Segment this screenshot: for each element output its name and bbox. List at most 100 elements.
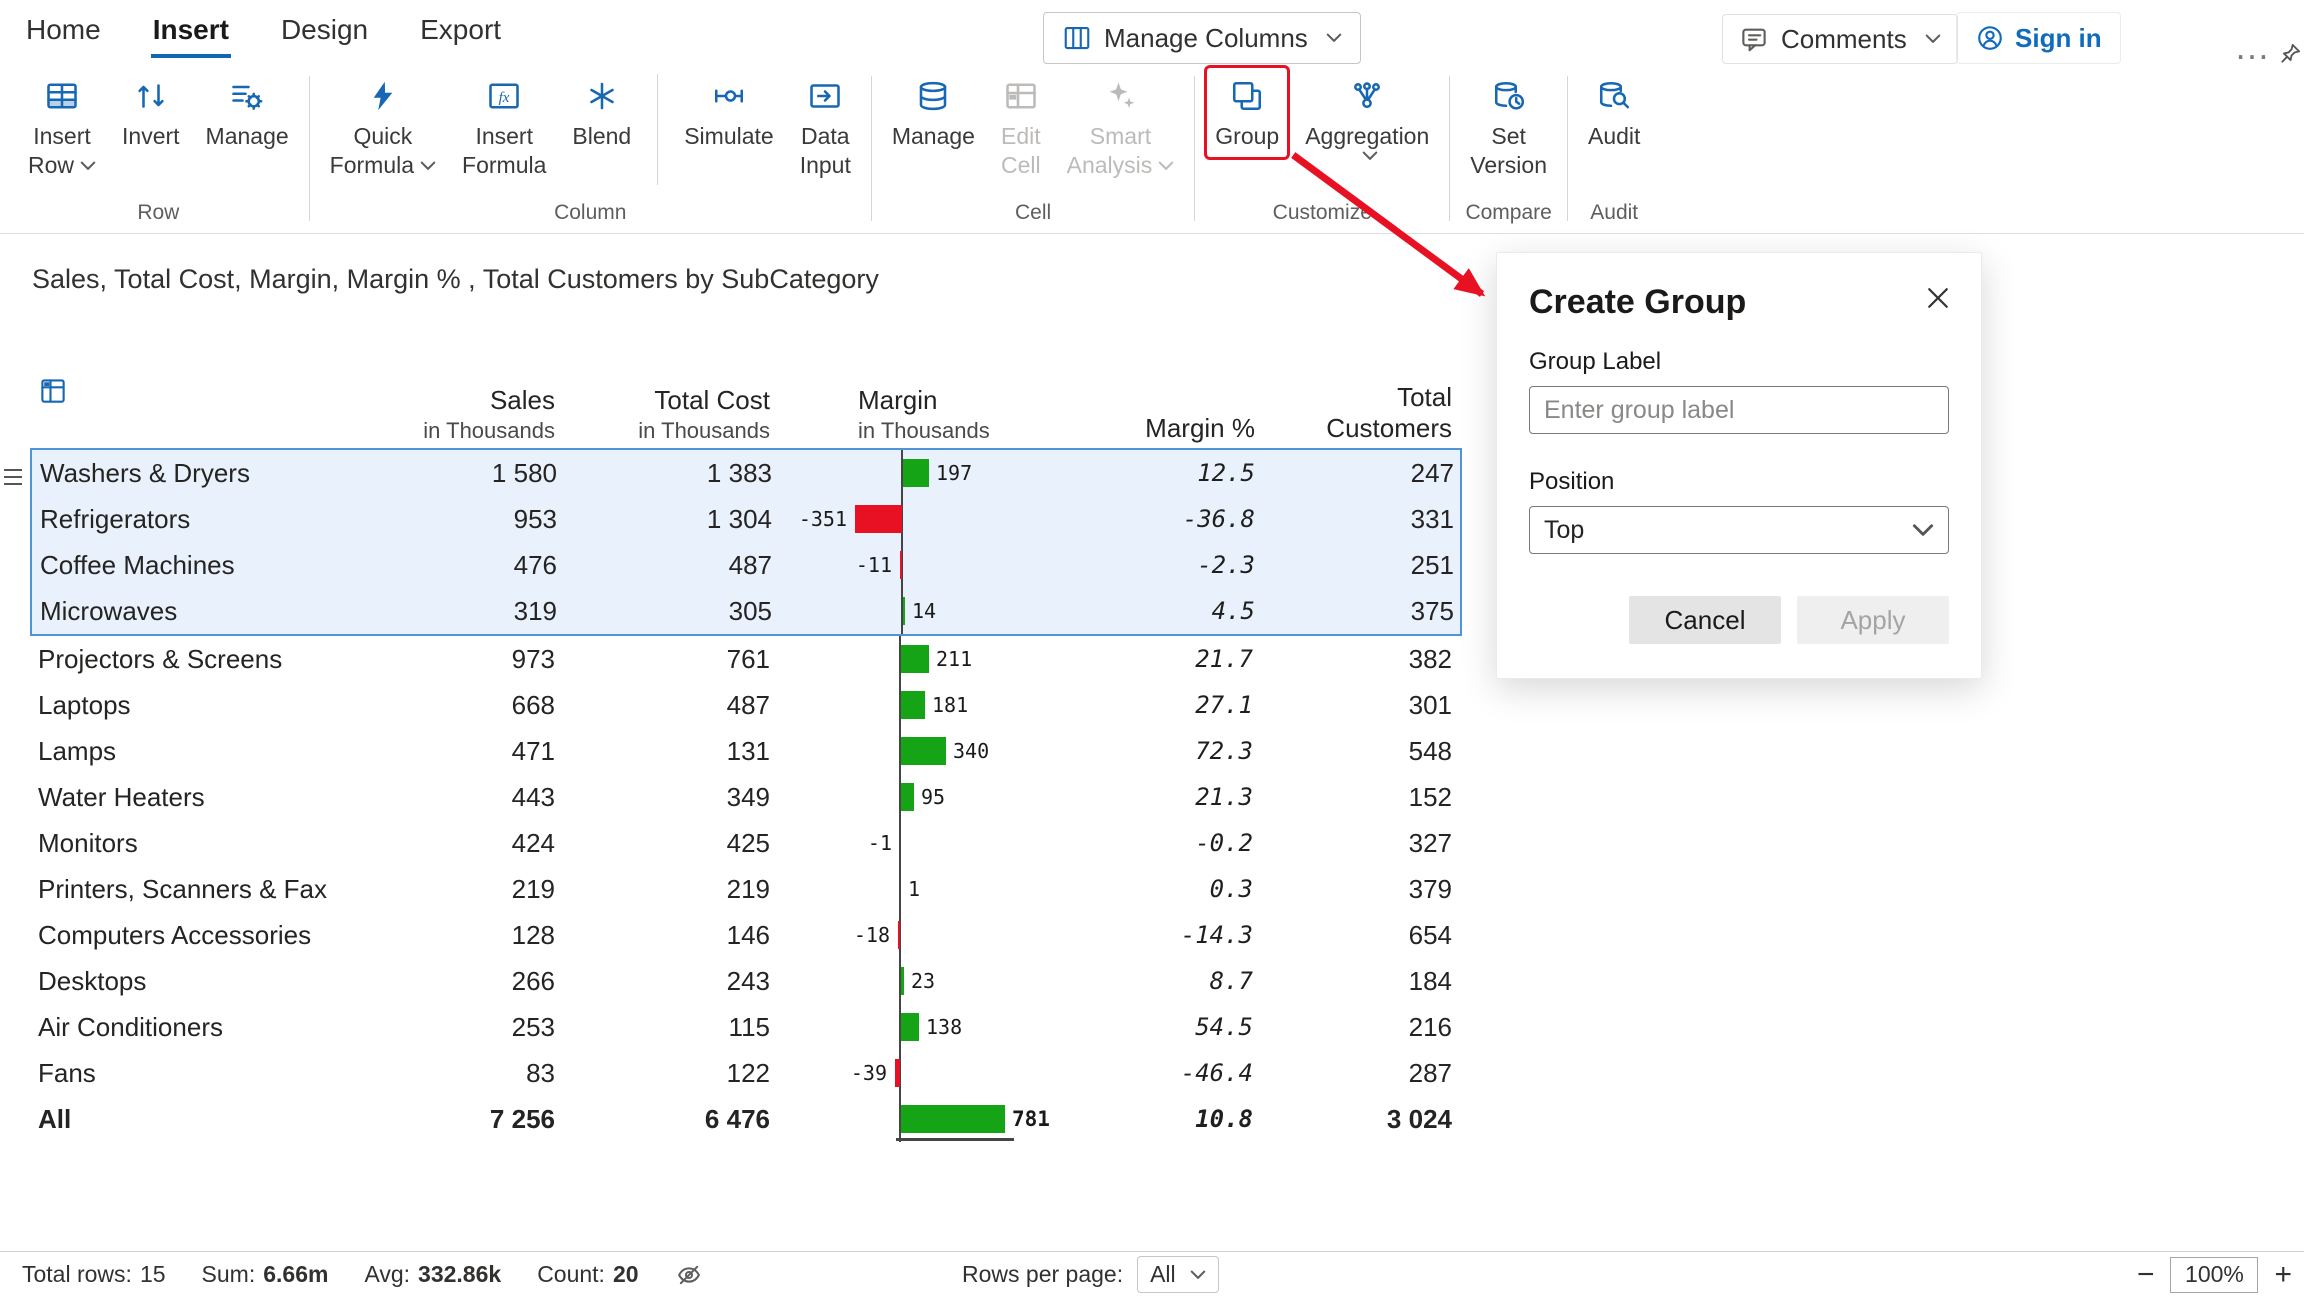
ribbon-button-insert-formula[interactable]: fxInsertFormula [454,68,554,186]
ribbon-button-label: Formula [462,151,546,180]
customers-value: 379 [1265,874,1462,905]
margin-pct-value: -0.2 [1090,829,1265,857]
ribbon-group-divider [1567,76,1568,221]
tab-design[interactable]: Design [279,12,370,58]
status-item: Sum:6.66m [202,1261,329,1288]
ribbon-button-insert-row[interactable]: InsertRow [20,68,104,186]
ribbon-button-label: Group [1215,122,1279,151]
zoom-out-button[interactable]: − [2137,1260,2155,1290]
table-row[interactable]: Washers & Dryers1 5801 38319712.5247 [32,450,1460,496]
table-row[interactable]: Computers Accessories128146-18-14.3654 [30,912,1462,958]
column-header-total-customers[interactable]: Total Customers [1265,382,1462,444]
cancel-button[interactable]: Cancel [1629,596,1781,644]
ribbon-button-invert[interactable]: Invert [114,68,188,157]
manage-columns-button[interactable]: Manage Columns [1043,12,1361,64]
invert-arrows-icon [133,78,169,114]
eye-off-icon[interactable] [675,1261,703,1289]
comments-button[interactable]: Comments [1722,14,1958,64]
row-label: Computers Accessories [30,920,345,951]
ribbon-button-smart-analysis: SmartAnalysis [1059,68,1183,186]
margin-chart-cell: 211 [780,636,1090,682]
chevron-down-icon [1925,34,1941,44]
customers-value: 247 [1267,458,1464,489]
margin-pct-value: 8.7 [1090,967,1265,995]
customers-value: 327 [1265,828,1462,859]
status-summary: Total rows:15Sum:6.66mAvg:332.86kCount:2… [22,1252,703,1297]
aggregation-icon [1349,78,1385,114]
ribbon-button-data-input[interactable]: DataInput [792,68,859,186]
position-select[interactable]: Top [1529,506,1949,554]
margin-chart-cell: 340 [780,728,1090,774]
column-header-label: Sales [345,385,555,416]
status-item-label: Sum: [202,1261,256,1287]
tab-export[interactable]: Export [418,12,503,58]
tab-home[interactable]: Home [24,12,103,58]
ribbon-toolbar: InsertRowInvertManageRowQuickFormulafxIn… [0,64,2304,234]
column-header-label: Margin % [1090,413,1255,444]
column-header-total-cost[interactable]: Total Cost in Thousands [565,385,780,444]
status-item-value: 332.86k [418,1261,501,1287]
cost-value: 761 [565,644,780,675]
sparkle-icon [1102,78,1138,114]
table-row[interactable]: Monitors424425-1-0.2327 [30,820,1462,866]
ribbon-button-blend[interactable]: Blend [564,68,639,157]
sheet-title: Sales, Total Cost, Margin, Margin % , To… [32,264,879,295]
table-row[interactable]: Fans83122-39-46.4287 [30,1050,1462,1096]
column-header-margin-pct[interactable]: Margin % [1090,413,1265,444]
table-row[interactable]: Projectors & Screens97376121121.7382 [30,636,1462,682]
row-label: Refrigerators [32,504,347,535]
tab-insert[interactable]: Insert [151,12,231,58]
drag-handle-icon[interactable] [4,464,22,490]
ribbon-button-simulate[interactable]: Simulate [676,68,781,157]
group-label-input[interactable] [1529,386,1949,434]
ribbon-button-aggregation[interactable]: Aggregation [1297,68,1437,167]
zoom-in-button[interactable]: + [2274,1260,2292,1290]
ribbon-button-group[interactable]: Group [1207,68,1287,157]
margin-bar-label: 781 [1012,1107,1050,1131]
margin-chart-cell: 781 [780,1096,1090,1142]
table-row[interactable]: Printers, Scanners & Fax21921910.3379 [30,866,1462,912]
margin-bar-label: -11 [856,553,892,577]
table-row[interactable]: Refrigerators9531 304-351-36.8331 [32,496,1460,542]
column-header-label: Margin [858,385,1090,416]
pin-icon[interactable] [2278,40,2304,66]
table-insert-row-icon [44,78,80,114]
ribbon-button-set-version[interactable]: SetVersion [1462,68,1555,186]
ribbon-button-label: Manage [206,122,289,151]
apply-button[interactable]: Apply [1797,596,1949,644]
column-header-sales[interactable]: Sales in Thousands [345,385,565,444]
ribbon-button-quick-formula[interactable]: QuickFormula [322,68,444,186]
table-row[interactable]: Desktops266243238.7184 [30,958,1462,1004]
margin-bar [901,967,904,995]
ribbon-group-divider [871,76,872,221]
table-row[interactable]: Laptops66848718127.1301 [30,682,1462,728]
cost-value: 349 [565,782,780,813]
table-select-icon[interactable] [38,376,68,406]
ribbon-button-manage-row[interactable]: Manage [198,68,297,157]
margin-bar-label: 95 [921,785,945,809]
cost-value: 1 304 [567,504,782,535]
ribbon-group-cell: ManageEditCellSmartAnalysisCell [874,64,1192,233]
sign-in-button[interactable]: Sign in [1956,12,2121,64]
app-header: Home Insert Design Export Manage Columns Co… [0,0,2304,64]
table-row[interactable]: Air Conditioners25311513854.5216 [30,1004,1462,1050]
zoom-level[interactable]: 100% [2170,1257,2258,1293]
margin-chart-cell: 197 [782,450,1092,496]
more-options-button[interactable]: … [2234,26,2272,68]
table-row[interactable]: Water Heaters4433499521.3152 [30,774,1462,820]
table-row[interactable]: Coffee Machines476487-11-2.3251 [32,542,1460,588]
row-label: Fans [30,1058,345,1089]
column-header-margin[interactable]: Margin in Thousands [780,385,1090,444]
rows-per-page-select[interactable]: All [1137,1256,1219,1293]
ribbon-button-audit[interactable]: Audit [1580,68,1648,157]
ribbon-group-label: Audit [1580,199,1648,233]
margin-chart-cell: -39 [780,1050,1090,1096]
ribbon-button-manage-cell[interactable]: Manage [884,68,983,157]
close-icon[interactable] [1923,283,1953,313]
customers-value: 287 [1265,1058,1462,1089]
sales-value: 443 [345,782,565,813]
table-row[interactable]: Microwaves319305144.5375 [32,588,1460,634]
column-header-rows [30,376,345,413]
table-row-total[interactable]: All7 2566 47678110.83 024 [30,1096,1462,1142]
table-row[interactable]: Lamps47113134072.3548 [30,728,1462,774]
